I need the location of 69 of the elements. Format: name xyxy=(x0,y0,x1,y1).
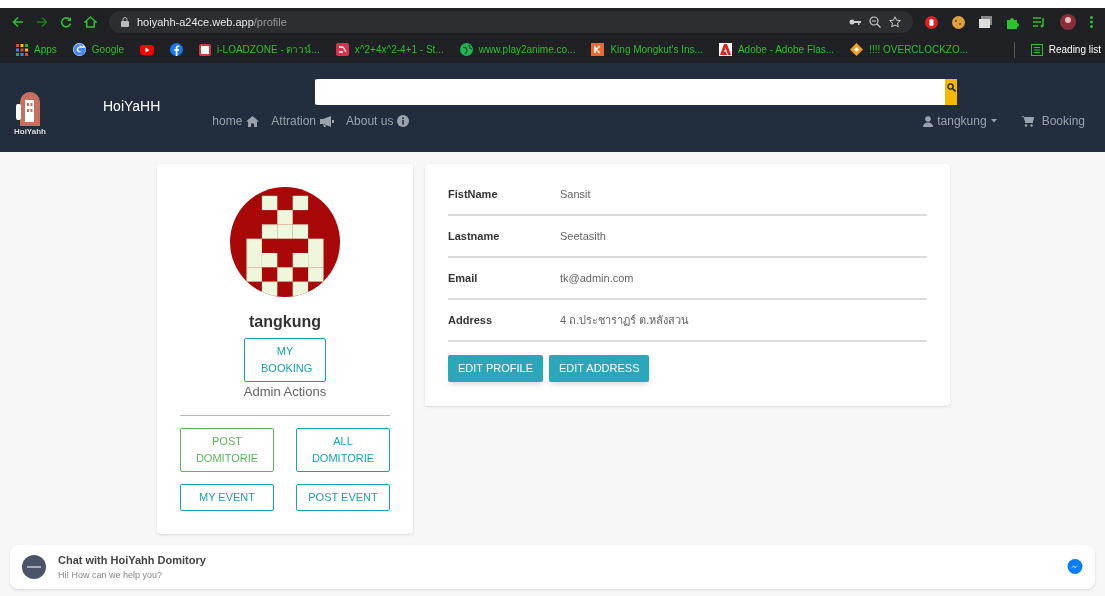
bookmark-link[interactable]: Apps xyxy=(34,42,57,57)
field-value: tk@admin.com xyxy=(560,270,634,286)
f-logo-icon xyxy=(170,43,184,56)
brand-name[interactable]: HoiYaHH xyxy=(103,96,161,117)
field-value: Seetasith xyxy=(560,228,606,244)
cart-icon xyxy=(1020,115,1034,127)
adobe-logo-icon xyxy=(718,43,732,56)
field-label: Email xyxy=(448,270,479,286)
megaphone-icon xyxy=(320,115,335,127)
chat-subtitle: Hi! How can we help you? xyxy=(58,568,164,582)
caret-icon xyxy=(990,119,997,123)
lz-logo-icon xyxy=(199,43,212,56)
key-icon[interactable] xyxy=(849,18,861,26)
playlist-icon[interactable] xyxy=(1033,16,1046,28)
bookmark-link[interactable]: Adobe - Adobe Flas... xyxy=(737,42,835,57)
url-path: /profile xyxy=(253,14,287,30)
windows-extension-icon[interactable] xyxy=(979,16,992,28)
chat-title: Chat with HoiYahh Domitory xyxy=(58,553,207,568)
user-menu[interactable]: tangkung xyxy=(923,112,997,130)
search-button[interactable] xyxy=(945,79,957,105)
sy-logo-icon xyxy=(335,43,349,56)
menu-icon[interactable] xyxy=(1090,16,1093,28)
address-bar[interactable]: hoiyahh-a24ce.web.app/profile xyxy=(109,11,913,33)
field-label: FistName xyxy=(448,186,499,202)
chat-avatar-icon xyxy=(22,555,46,579)
back-arrow-icon[interactable] xyxy=(12,16,24,28)
url-host: hoiyahh-a24ce.web.app xyxy=(137,14,254,30)
star-icon[interactable] xyxy=(889,16,901,28)
bookmark-link[interactable]: !!!! OVERCLOCKZO... xyxy=(869,42,969,57)
zoom-out-icon[interactable] xyxy=(869,16,881,28)
bookmark-link[interactable]: x^2+4x^2-4+1 - St... xyxy=(354,42,444,57)
messenger-icon xyxy=(1067,559,1083,575)
g-logo-icon xyxy=(72,43,86,56)
bookmark-link[interactable]: Google xyxy=(91,42,125,57)
chat-bar[interactable]: Chat with HoiYahh Domitory Hi! How can we help you? xyxy=(10,545,1095,589)
field-value: 4 ถ.ประชาราฏร์ ต.หลังสวน xyxy=(560,312,690,328)
nav-link[interactable]: home xyxy=(212,112,260,130)
search-field[interactable] xyxy=(315,79,945,105)
username: tangkung xyxy=(249,312,321,332)
play-icon xyxy=(140,44,155,55)
lock-icon xyxy=(121,17,129,27)
hand-extension-icon[interactable] xyxy=(925,15,938,29)
reload-icon[interactable] xyxy=(60,16,72,28)
cookie-icon[interactable] xyxy=(952,15,965,29)
home-icon[interactable] xyxy=(84,16,97,28)
field-label: Lastname xyxy=(448,228,501,244)
bookmark-link[interactable]: i-LOADZONE - ตาวน์... xyxy=(217,42,320,57)
section-title: Admin Actions xyxy=(243,383,327,401)
logo-caption: HoiYahh xyxy=(14,125,46,138)
bookmark-link[interactable]: www.play2anime.co... xyxy=(478,42,576,57)
field-value: Sansit xyxy=(560,186,591,202)
apps-grid-icon xyxy=(16,43,28,56)
nav-link[interactable]: Attration xyxy=(271,112,335,130)
search-icon xyxy=(946,83,956,92)
reading-list-button[interactable]: Reading list xyxy=(1048,42,1101,57)
info-icon xyxy=(397,115,410,127)
booking-link[interactable]: Booking xyxy=(1020,112,1085,130)
bookmark-link[interactable]: King Mongkut's Ins... xyxy=(610,42,703,57)
diamond-icon xyxy=(850,43,864,56)
nav-link[interactable]: About us xyxy=(346,112,410,130)
reading-list-icon xyxy=(1030,43,1043,56)
forward-arrow-icon[interactable] xyxy=(36,16,48,28)
profile-avatar-icon[interactable] xyxy=(1060,14,1076,30)
k-logo-icon xyxy=(591,43,605,56)
home-icon xyxy=(246,115,260,127)
globe-icon xyxy=(459,43,473,56)
puzzle-icon[interactable] xyxy=(1006,15,1019,29)
field-label: Address xyxy=(448,312,494,328)
user-icon xyxy=(923,115,934,127)
